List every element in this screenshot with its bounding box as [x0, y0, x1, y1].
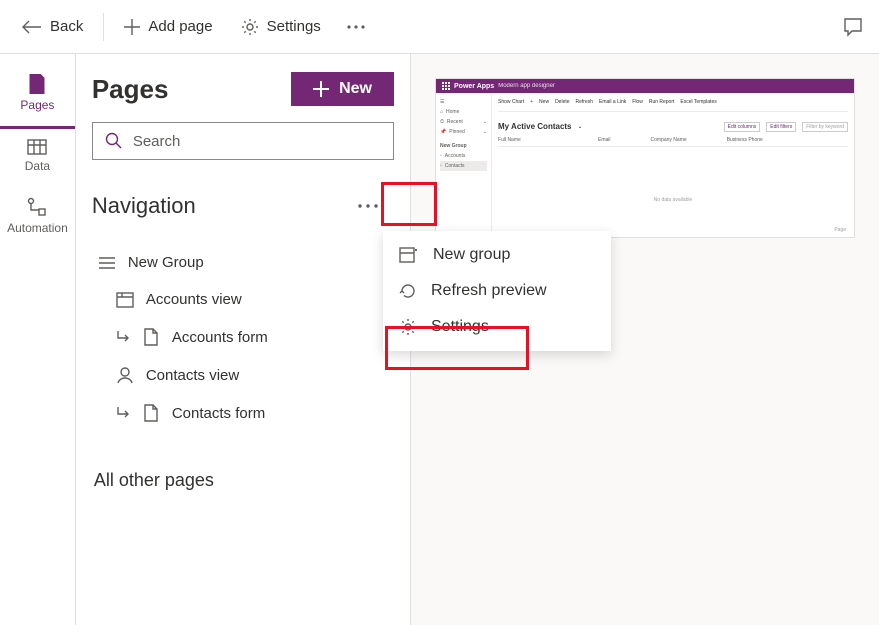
new-page-button[interactable]: New: [291, 72, 394, 106]
preview-sidebar: ☰ ⌂Home ⏱Recent⌄ 📌Pinned⌄ New Group ▫Acc…: [436, 93, 492, 237]
all-pages-title: All other pages: [92, 470, 394, 491]
comment-icon: [843, 17, 863, 37]
sidebar-item-data[interactable]: Data: [0, 129, 75, 187]
sidebar-automation-label: Automation: [7, 221, 68, 235]
add-page-button[interactable]: Add page: [112, 12, 224, 41]
plus-icon: [313, 81, 329, 97]
settings-label: Settings: [267, 18, 321, 35]
context-item-new-group[interactable]: New group: [383, 237, 611, 273]
context-item-refresh[interactable]: Refresh preview: [383, 273, 611, 309]
add-page-label: Add page: [148, 18, 212, 35]
contacts-icon: [116, 366, 134, 384]
sidebar-pages-label: Pages: [20, 98, 54, 112]
search-placeholder: Search: [133, 133, 181, 150]
comments-button[interactable]: [837, 11, 869, 43]
new-group-icon: [399, 247, 419, 263]
refresh-icon: [399, 282, 417, 300]
preview-main: Show Chart +New Delete Refresh Email a L…: [492, 93, 854, 237]
sidebar-item-automation[interactable]: Automation: [0, 187, 75, 249]
left-rail: Pages Data Automation: [0, 54, 76, 625]
ellipsis-icon: [358, 204, 378, 208]
nav-item-accounts-form[interactable]: Accounts form: [92, 318, 394, 356]
gear-icon: [399, 318, 417, 336]
settings-button[interactable]: Settings: [229, 12, 333, 42]
preview-paging: Page: [834, 227, 846, 233]
new-button-label: New: [339, 80, 372, 98]
preview-view-title: My Active Contacts: [498, 116, 572, 137]
preview-frame: Power Apps Modern app designer ☰ ⌂Home ⏱…: [435, 78, 855, 238]
nav-group-new-group[interactable]: New Group: [92, 244, 394, 281]
view-icon: [116, 292, 134, 308]
waffle-icon: [442, 82, 450, 90]
nav-item-label: Contacts view: [146, 367, 239, 384]
ellipsis-icon: [347, 25, 365, 29]
preview-brand: Power Apps: [454, 83, 494, 90]
context-new-group-label: New group: [433, 246, 510, 264]
data-icon: [27, 139, 47, 155]
context-refresh-label: Refresh preview: [431, 282, 547, 300]
sub-arrow-icon: [116, 330, 130, 344]
sidebar-data-label: Data: [25, 159, 50, 173]
nav-item-contacts-form[interactable]: Contacts form: [92, 394, 394, 432]
navigation-title: Navigation: [92, 193, 196, 219]
preview-topbar: Power Apps Modern app designer: [436, 79, 854, 93]
form-icon: [142, 328, 160, 346]
back-arrow-icon: [22, 20, 42, 34]
pages-title: Pages: [92, 74, 169, 105]
navigation-tree: New Group Accounts view Accounts form: [92, 244, 394, 432]
context-item-settings[interactable]: Settings: [383, 309, 611, 345]
nav-group-label: New Group: [128, 254, 204, 271]
sidebar-item-pages[interactable]: Pages: [0, 64, 75, 129]
automation-icon: [27, 197, 47, 217]
gear-icon: [241, 18, 259, 36]
preview-empty-state: No data available: [498, 147, 848, 203]
context-settings-label: Settings: [431, 318, 489, 336]
pages-panel: Pages New Search Navigation New Group: [76, 54, 411, 625]
nav-item-label: Accounts view: [146, 291, 242, 308]
nav-item-accounts-view[interactable]: Accounts view: [92, 281, 394, 318]
search-icon: [105, 132, 123, 150]
sub-arrow-icon: [116, 406, 130, 420]
nav-item-contacts-view[interactable]: Contacts view: [92, 356, 394, 394]
nav-item-label: Accounts form: [172, 329, 268, 346]
toolbar-divider: [103, 13, 104, 41]
form-icon: [142, 404, 160, 422]
top-toolbar: Back Add page Settings: [0, 0, 879, 54]
plus-icon: [124, 19, 140, 35]
group-icon: [98, 256, 116, 270]
search-input[interactable]: Search: [92, 122, 394, 160]
back-button[interactable]: Back: [10, 12, 95, 41]
back-label: Back: [50, 18, 83, 35]
navigation-context-menu: New group Refresh preview Settings: [383, 231, 611, 351]
nav-item-label: Contacts form: [172, 405, 265, 422]
preview-brand-sub: Modern app designer: [498, 83, 555, 89]
navigation-more-button[interactable]: [342, 186, 394, 226]
toolbar-more-button[interactable]: [337, 19, 375, 35]
page-icon: [29, 74, 45, 94]
